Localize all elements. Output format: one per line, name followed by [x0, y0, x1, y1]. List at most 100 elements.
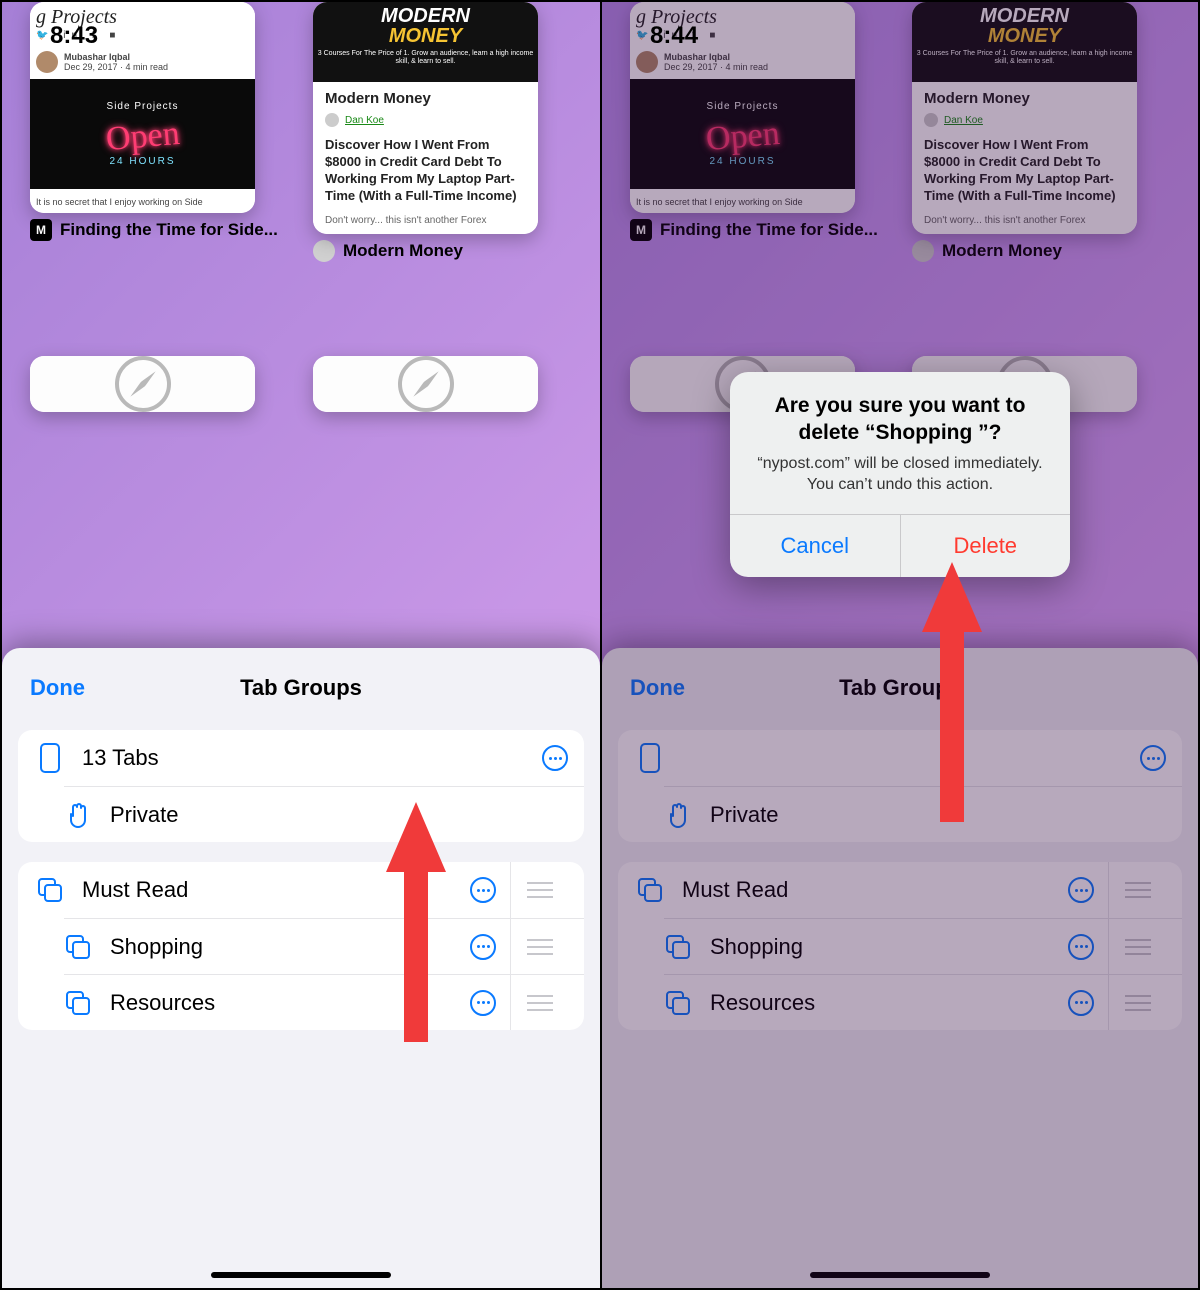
more-button[interactable]	[1068, 990, 1094, 1016]
thumb-headline: Discover How I Went From $8000 in Credit…	[325, 137, 526, 205]
sheet-section-groups: Must Read Shopping Resources	[18, 862, 584, 1030]
drag-handle[interactable]	[1108, 919, 1166, 975]
thumb-body-title: Modern Money	[924, 90, 1125, 107]
more-button[interactable]	[470, 877, 496, 903]
row-all-tabs[interactable]	[618, 730, 1182, 786]
hand-icon	[664, 801, 692, 829]
tabgroup-icon	[64, 989, 92, 1017]
tab-card-wrap: ✕	[30, 356, 289, 686]
thumb-hero-main: Open	[104, 115, 181, 159]
thumb-headline: Discover How I Went From $8000 in Credit…	[924, 137, 1125, 205]
more-button[interactable]	[1068, 877, 1094, 903]
tab-card-empty[interactable]: ✕	[30, 356, 255, 412]
thumb-author: Mubashar Iqbal	[664, 52, 768, 62]
tabgroup-row[interactable]: Must Read	[18, 862, 584, 918]
tab-thumbnail-empty	[30, 356, 255, 412]
home-indicator[interactable]	[211, 1272, 391, 1278]
thumb-hero: Side Projects Open 24 HOURS	[30, 79, 255, 189]
thumb-byline: Mubashar Iqbal Dec 29, 2017 · 4 min read	[36, 51, 249, 73]
row-label: Shopping	[710, 934, 1068, 960]
annotation-arrow	[922, 562, 982, 822]
tab-caption-text: Finding the Time for Side...	[660, 220, 878, 240]
thumb-banner-line2: MONEY	[988, 25, 1061, 47]
tabgroup-icon	[664, 933, 692, 961]
compass-icon	[398, 356, 454, 412]
sheet-section-main: Private	[618, 730, 1182, 842]
thumb-footline: It is no secret that I enjoy working on …	[636, 197, 849, 207]
avatar	[924, 113, 938, 127]
tabgroup-row[interactable]: Resources	[664, 974, 1182, 1030]
drag-handle[interactable]	[510, 919, 568, 975]
sheet-section-groups: Must Read Shopping Resources	[618, 862, 1182, 1030]
thumb-banner-line1: MODERN	[381, 5, 470, 27]
drag-handle[interactable]	[510, 862, 568, 918]
row-private[interactable]: Private	[64, 786, 584, 842]
favicon-avatar-icon	[912, 240, 934, 262]
thumb-banner-sub: 3 Courses For The Price of 1. Grow an au…	[912, 50, 1137, 67]
tab-caption: Modern Money	[313, 240, 572, 262]
tab-groups-sheet: Done Tab Groups Private Must Read	[602, 648, 1198, 1288]
tab-caption: M Finding the Time for Side...	[30, 219, 289, 241]
status-time: 8:44	[650, 22, 698, 50]
sheet-header: Done Tab Groups	[602, 666, 1198, 710]
avatar	[325, 113, 339, 127]
row-all-tabs[interactable]: 13 Tabs	[18, 730, 584, 786]
row-label: Resources	[710, 990, 1068, 1016]
thumb-banner-sub: 3 Courses For The Price of 1. Grow an au…	[313, 50, 538, 67]
thumb-banner-line2: MONEY	[389, 25, 462, 47]
tabgroup-row[interactable]: Shopping	[64, 918, 584, 974]
confirm-delete-alert: Are you sure you want to delete “Shoppin…	[730, 372, 1070, 577]
thumb-banner: MODERN MONEY 3 Courses For The Price of …	[313, 2, 538, 82]
thumb-footline: It is no secret that I enjoy working on …	[36, 197, 249, 207]
tab-card[interactable]: MODERN MONEY 3 Courses For The Price of …	[912, 2, 1137, 234]
more-button[interactable]	[470, 990, 496, 1016]
tab-card-wrap: MODERN MONEY 3 Courses For The Price of …	[912, 2, 1170, 332]
thumb-body-title: Modern Money	[325, 90, 526, 107]
drag-handle[interactable]	[1108, 975, 1166, 1031]
sheet-title: Tab Groups	[240, 675, 362, 701]
screenshot-right: 8:44 g Projects 🐦 in f ■ Mubashar Iqbal …	[600, 2, 1198, 1288]
more-button[interactable]	[470, 934, 496, 960]
tabgroup-icon	[636, 876, 664, 904]
tabgroup-row[interactable]: Must Read	[618, 862, 1182, 918]
alert-buttons: Cancel Delete	[730, 514, 1070, 577]
thumb-banner: MODERN MONEY 3 Courses For The Price of …	[912, 2, 1137, 82]
row-label: 13 Tabs	[82, 745, 542, 771]
screenshot-left: 8:43 g Projects 🐦 in f ■ Mubashar Iqbal …	[2, 2, 600, 1288]
row-label: Private	[110, 802, 568, 828]
drag-handle[interactable]	[1108, 862, 1166, 918]
cancel-button[interactable]: Cancel	[730, 515, 901, 577]
tab-card-wrap: g Projects 🐦 in f ■ Mubashar Iqbal Dec 2…	[630, 2, 888, 332]
thumb-byline: Mubashar Iqbal Dec 29, 2017 · 4 min read	[636, 51, 849, 73]
tab-caption-text: Finding the Time for Side...	[60, 220, 278, 240]
tab-card-wrap: MODERN MONEY 3 Courses For The Price of …	[313, 2, 572, 332]
tab-caption: Modern Money	[912, 240, 1170, 262]
tabgroup-row[interactable]: Resources	[64, 974, 584, 1030]
thumb-body: Modern Money Dan Koe Discover How I Went…	[912, 82, 1137, 234]
sheet-section-main: 13 Tabs Private	[18, 730, 584, 842]
tab-caption-text: Modern Money	[942, 241, 1062, 261]
favicon-medium-icon: M	[30, 219, 52, 241]
thumb-meta: Dec 29, 2017 · 4 min read	[664, 62, 768, 72]
more-button[interactable]	[1068, 934, 1094, 960]
tab-thumbnail: MODERN MONEY 3 Courses For The Price of …	[313, 2, 538, 234]
tab-card[interactable]: MODERN MONEY 3 Courses For The Price of …	[313, 2, 538, 234]
hand-icon	[64, 801, 92, 829]
done-button[interactable]: Done	[30, 675, 85, 701]
tab-card-empty[interactable]: ✕	[313, 356, 538, 412]
alert-title: Are you sure you want to delete “Shoppin…	[730, 372, 1070, 453]
home-indicator[interactable]	[810, 1272, 990, 1278]
thumb-body-author: Dan Koe	[924, 113, 1125, 127]
phone-icon	[36, 744, 64, 772]
thumb-hero-label: Side Projects	[107, 101, 179, 112]
alert-message: “nypost.com” will be closed immediately.…	[730, 453, 1070, 514]
done-button[interactable]: Done	[630, 675, 685, 701]
more-button[interactable]	[542, 745, 568, 771]
thumb-hero-label: Side Projects	[707, 101, 779, 112]
tab-thumbnail-empty	[313, 356, 538, 412]
avatar	[36, 51, 58, 73]
tabgroup-row[interactable]: Shopping	[664, 918, 1182, 974]
tabgroup-icon	[36, 876, 64, 904]
more-button[interactable]	[1140, 745, 1166, 771]
drag-handle[interactable]	[510, 975, 568, 1031]
